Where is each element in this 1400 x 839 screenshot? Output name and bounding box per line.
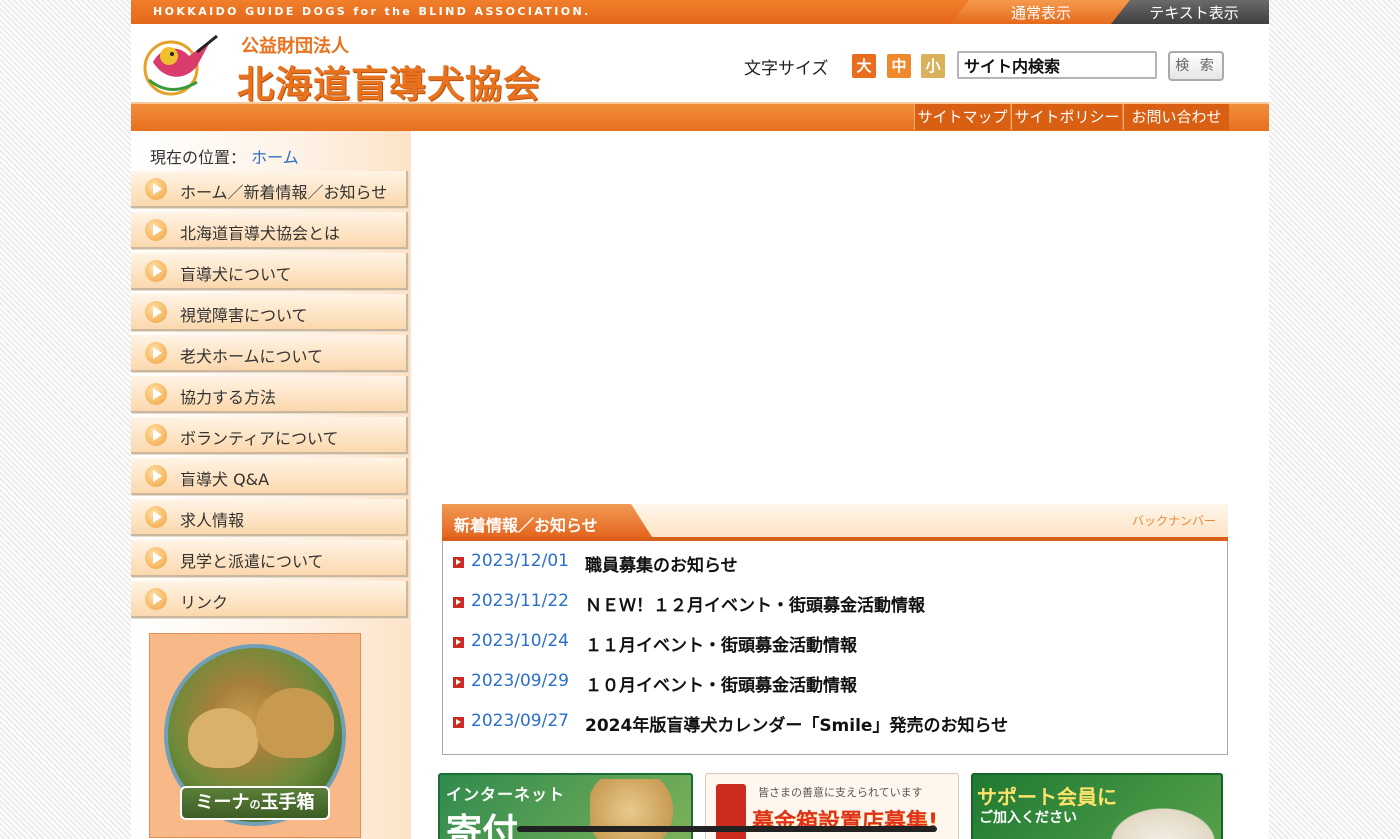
menu-item-label: 見学と派遣について (180, 552, 324, 571)
logo-icon[interactable] (141, 32, 231, 98)
menu-item-tours[interactable]: 見学と派遣について (131, 540, 408, 577)
news-title[interactable]: 2024年版盲導犬カレンダー「Smile」発売のお知らせ (585, 711, 1008, 736)
page: HOKKAIDO GUIDE DOGS for the BLIND ASSOCI… (131, 0, 1269, 839)
main-slideshow-area (441, 145, 1231, 490)
dog-image (256, 688, 334, 758)
menu-item-label: リンク (180, 593, 229, 612)
breadcrumb-label: 現在の位置： (150, 148, 247, 167)
arrow-icon (145, 506, 167, 528)
search-input[interactable] (957, 51, 1157, 79)
news-title[interactable]: １１月イベント・街頭募金活動情報 (585, 631, 857, 656)
news-heading: 新着情報／お知らせ (454, 516, 598, 535)
arrow-icon (145, 588, 167, 610)
breadcrumb: 現在の位置： ホーム (150, 144, 299, 168)
mina-title-particle: の (249, 798, 261, 811)
menu-item-label: 求人情報 (180, 511, 245, 530)
menu-item-about[interactable]: 北海道盲導犬協会とは (131, 212, 408, 249)
nav-contact-link[interactable]: お問い合わせ (1123, 104, 1229, 130)
mina-banner-title: ミーナの玉手箱 (180, 786, 330, 820)
bullet-arrow-icon (453, 717, 464, 728)
arrow-icon (145, 424, 167, 446)
arrow-icon (145, 301, 167, 323)
menu-item-how-to-help[interactable]: 協力する方法 (131, 376, 408, 413)
normal-view-button[interactable]: 通常表示 (951, 0, 1131, 24)
news-heading-tab: 新着情報／お知らせ (442, 504, 652, 537)
english-org-name: HOKKAIDO GUIDE DOGS for the BLIND ASSOCI… (153, 5, 591, 18)
org-name[interactable]: 北海道盲導犬協会 (237, 54, 541, 108)
search-button[interactable]: 検 索 (1168, 51, 1224, 81)
news-title[interactable]: １０月イベント・街頭募金活動情報 (585, 671, 857, 696)
menu-item-qa[interactable]: 盲導犬 Q&A (131, 458, 408, 495)
dog-image (188, 708, 258, 768)
donate-banner-line2: 寄付 (446, 812, 519, 839)
horizontal-scrollbar[interactable] (517, 826, 937, 832)
arrow-icon (145, 547, 167, 569)
arrow-icon (145, 465, 167, 487)
font-size-medium-button[interactable]: 中 (887, 54, 911, 78)
bullet-arrow-icon (453, 557, 464, 568)
support-member-banner[interactable]: サポート会員に ご加入ください (971, 773, 1223, 839)
news-header: 新着情報／お知らせ バックナンバー (442, 504, 1228, 541)
news-date[interactable]: 2023/10/24 (471, 631, 569, 651)
font-size-small-button[interactable]: 小 (921, 54, 945, 78)
mina-treasure-box-banner[interactable]: ミーナの玉手箱 (149, 633, 361, 838)
menu-item-label: 盲導犬について (180, 265, 292, 284)
mina-title-tail: 玉手箱 (260, 792, 315, 813)
menu-item-label: 協力する方法 (180, 388, 277, 407)
arrow-icon (145, 219, 167, 241)
global-nav: サイトマップ サイトポリシー お問い合わせ (131, 102, 1269, 131)
mina-title-text: ミーナ (195, 792, 250, 813)
menu-item-label: 盲導犬 Q&A (180, 470, 270, 489)
bullet-arrow-icon (453, 597, 464, 608)
menu-item-guide-dogs[interactable]: 盲導犬について (131, 253, 408, 290)
menu-item-label: 北海道盲導犬協会とは (180, 224, 341, 243)
bullet-arrow-icon (453, 637, 464, 648)
top-strip: HOKKAIDO GUIDE DOGS for the BLIND ASSOCI… (131, 0, 1269, 24)
donate-banner-line1: インターネット (446, 785, 566, 804)
puppies-image (1103, 803, 1221, 839)
arrow-icon (145, 342, 167, 364)
support-banner-line1: サポート会員に (977, 785, 1117, 809)
bullet-arrow-icon (453, 677, 464, 688)
back-number-link[interactable]: バックナンバー (1132, 512, 1216, 529)
header: 公益財団法人 北海道盲導犬協会 文字サイズ 大 中 小 検 索 (131, 24, 1269, 106)
text-view-button[interactable]: テキスト表示 (1111, 0, 1269, 24)
news-list: 2023/12/01 職員募集のお知らせ 2023/11/22 ＮＥＷ！１２月イベン… (442, 541, 1228, 755)
news-date[interactable]: 2023/12/01 (471, 551, 569, 571)
news-title[interactable]: 職員募集のお知らせ (585, 551, 738, 576)
arrow-icon (145, 178, 167, 200)
sidebar: 現在の位置： ホーム ホーム／新着情報／お知らせ 北海道盲導犬協会とは 盲導犬に… (131, 131, 411, 839)
news-title[interactable]: ＮＥＷ！１２月イベント・街頭募金活動情報 (585, 591, 925, 616)
arrow-icon (145, 383, 167, 405)
news-date[interactable]: 2023/11/22 (471, 591, 569, 611)
menu-item-jobs[interactable]: 求人情報 (131, 499, 408, 536)
menu-item-label: ボランティアについて (180, 429, 339, 448)
menu-item-label: 老犬ホームについて (180, 347, 324, 366)
nav-sitemap-link[interactable]: サイトマップ (914, 104, 1010, 130)
collect-banner-line1: 皆さまの善意に支えられています (758, 786, 923, 799)
menu-item-visual-impairment[interactable]: 視覚障害について (131, 294, 408, 331)
menu-item-volunteer[interactable]: ボランティアについて (131, 417, 408, 454)
nav-policy-link[interactable]: サイトポリシー (1011, 104, 1122, 130)
menu-item-links[interactable]: リンク (131, 581, 408, 618)
menu-item-senior-dog-home[interactable]: 老犬ホームについて (131, 335, 408, 372)
side-menu: ホーム／新着情報／お知らせ 北海道盲導犬協会とは 盲導犬について 視覚障害につい… (131, 171, 409, 622)
menu-item-label: ホーム／新着情報／お知らせ (180, 183, 388, 202)
news-date[interactable]: 2023/09/27 (471, 711, 569, 731)
support-banner-line2: ご加入ください (979, 810, 1077, 826)
menu-item-home[interactable]: ホーム／新着情報／お知らせ (131, 171, 408, 208)
font-size-label: 文字サイズ (744, 59, 829, 79)
breadcrumb-home-link[interactable]: ホーム (251, 148, 299, 167)
news-date[interactable]: 2023/09/29 (471, 671, 569, 691)
arrow-icon (145, 260, 167, 282)
font-size-large-button[interactable]: 大 (852, 54, 876, 78)
menu-item-label: 視覚障害について (180, 306, 308, 325)
